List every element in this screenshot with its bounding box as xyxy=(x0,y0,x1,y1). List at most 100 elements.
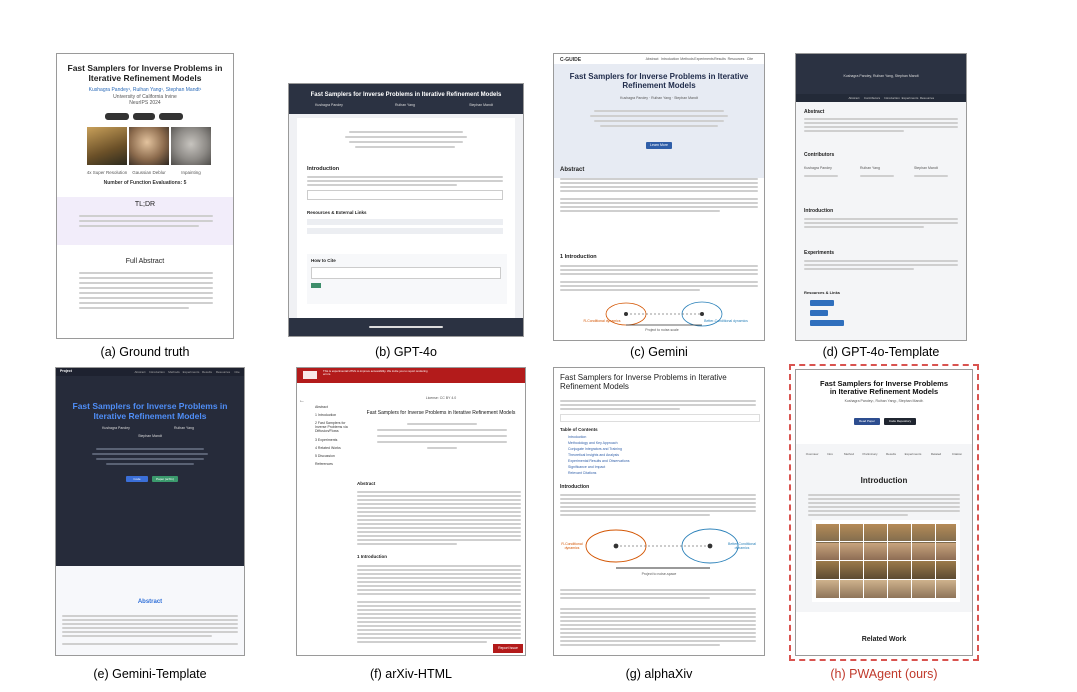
tldr-heading: TL;DR xyxy=(134,201,156,208)
nav-intro[interactable]: Introduction xyxy=(660,57,680,61)
panel-pwagent: Fast Samplers for Inverse Problems in It… xyxy=(795,369,973,656)
resource-row[interactable] xyxy=(307,219,503,225)
toc-references[interactable]: References xyxy=(315,462,355,466)
citation-box[interactable] xyxy=(311,267,501,279)
nav-brand[interactable]: Project xyxy=(60,369,80,373)
text-line xyxy=(307,180,503,182)
nav-abstract[interactable]: Abstract xyxy=(846,96,862,100)
text-line xyxy=(804,222,958,224)
abstract-heading: Abstract xyxy=(804,109,825,115)
intro-heading: Introduction xyxy=(860,476,908,485)
caption-h: (h) PWAgent (ours) xyxy=(830,667,938,681)
copy-button[interactable] xyxy=(311,283,321,288)
point-left xyxy=(624,312,628,316)
nav-experiments[interactable]: Experiments xyxy=(694,57,714,61)
nav-overview[interactable]: Overview xyxy=(802,452,822,456)
paper-button-label: Paper (arXiv) xyxy=(156,477,174,481)
text-line xyxy=(560,289,700,291)
super-res-image xyxy=(87,127,127,165)
toc-discussion[interactable]: 5 Discussion xyxy=(315,454,355,458)
nav-method[interactable]: Method xyxy=(840,452,858,456)
nav-contributors[interactable]: Contributors xyxy=(862,96,882,100)
nav-experiments[interactable]: Experiments xyxy=(900,96,920,100)
nav-preliminary[interactable]: Preliminary xyxy=(858,452,882,456)
toc-abstract[interactable]: Abstract xyxy=(315,405,355,409)
person-3: Stephan Mandt xyxy=(914,166,938,170)
text-line xyxy=(804,175,838,177)
arxiv-button[interactable] xyxy=(159,113,183,120)
back-arrow-icon[interactable]: ← xyxy=(297,398,307,404)
nav-resources[interactable]: Resources xyxy=(726,57,746,61)
nav-results[interactable]: Results xyxy=(882,452,900,456)
nav-brand[interactable]: C-GUIDE xyxy=(560,57,590,63)
text-line xyxy=(560,644,720,646)
toc-item[interactable]: Methodology and Key Approach xyxy=(568,441,648,445)
nav-experiments[interactable]: Experiments xyxy=(900,452,926,456)
text-line xyxy=(560,265,758,267)
paper-button[interactable] xyxy=(105,113,129,120)
nav-experiments[interactable]: Experiments xyxy=(182,370,200,374)
nav-abstract[interactable]: Abstract xyxy=(642,57,662,61)
toc-item[interactable]: Conjugate Integrators and Training xyxy=(568,447,648,451)
toc-experiments[interactable]: 3 Experiments xyxy=(315,438,355,442)
read-paper-label: Read Paper xyxy=(858,419,875,423)
text-line xyxy=(357,531,521,533)
text-line xyxy=(560,210,720,212)
nav-resources[interactable]: Resources xyxy=(918,96,936,100)
caption-e: (e) Gemini-Template xyxy=(93,667,207,681)
toc-item[interactable]: Relevant Citations xyxy=(568,471,648,475)
toc-intro[interactable]: 1 Introduction xyxy=(315,413,355,417)
project-code-link[interactable] xyxy=(810,300,834,306)
text-line xyxy=(62,631,238,633)
panel-gemini: C-GUIDE Abstract Introduction Methods Ex… xyxy=(553,53,765,341)
text-line xyxy=(560,640,756,642)
toc-related[interactable]: 4 Related Works xyxy=(315,446,355,450)
cite-card xyxy=(307,254,507,304)
results-figure xyxy=(812,520,960,602)
nav-resources[interactable]: Resources xyxy=(214,370,232,374)
text-line xyxy=(345,136,467,138)
text-line xyxy=(594,120,724,122)
nav-abstract[interactable]: Abstract xyxy=(132,370,148,374)
nav-intro[interactable]: Introduction xyxy=(148,370,166,374)
text-line xyxy=(357,535,521,537)
author-2: Ruihan Yang xyxy=(174,426,194,430)
cite-heading: How to Cite xyxy=(311,258,336,263)
intro-heading: Introduction xyxy=(560,484,590,490)
nav-citation[interactable]: Citation xyxy=(946,452,968,456)
text-line xyxy=(560,510,756,512)
intro-heading: 1 Introduction xyxy=(357,554,387,559)
toc-item[interactable]: Experimental Results and Observations xyxy=(568,459,648,463)
author-2: Ruihan Yang xyxy=(395,103,415,107)
text-line xyxy=(560,202,758,204)
nav-results[interactable]: Results xyxy=(200,370,214,374)
paper-pdf-link[interactable] xyxy=(810,310,828,316)
dia-left-label: R-Conditional dynamics xyxy=(561,542,583,550)
toc-item[interactable]: Theoretical Insights and Analysis xyxy=(568,453,648,457)
nav-related[interactable]: Related xyxy=(926,452,946,456)
affil-line xyxy=(377,429,507,431)
resource-row[interactable] xyxy=(307,228,503,234)
text-line xyxy=(357,601,521,603)
toc-item[interactable]: Significance and Impact xyxy=(568,465,648,469)
code-button[interactable] xyxy=(133,113,155,120)
nav-cite[interactable]: Cite xyxy=(232,370,242,374)
nav-intro[interactable]: Introduction xyxy=(882,96,902,100)
text-line xyxy=(357,577,521,579)
text-line xyxy=(79,282,213,284)
report-issue-label: Report Issue xyxy=(498,646,518,650)
nav-intro[interactable]: Intro xyxy=(822,452,838,456)
toc-item[interactable]: Introduction xyxy=(568,435,648,439)
point-right xyxy=(707,543,713,549)
supplementary-link[interactable] xyxy=(810,320,844,326)
toc-fast-samplers[interactable]: 2 Fast Samplers for Inverse Problems via… xyxy=(315,421,355,434)
text-line xyxy=(560,636,756,638)
panel-arxiv-html: This is experimental HTML to improve acc… xyxy=(296,367,526,656)
text-line xyxy=(560,494,756,496)
nav-methods[interactable]: Methods xyxy=(166,370,182,374)
text-line xyxy=(62,627,238,629)
nav-cite[interactable]: Cite xyxy=(744,57,756,61)
text-line xyxy=(62,635,212,637)
meta-toolbar[interactable] xyxy=(560,414,760,422)
text-line xyxy=(804,218,958,220)
